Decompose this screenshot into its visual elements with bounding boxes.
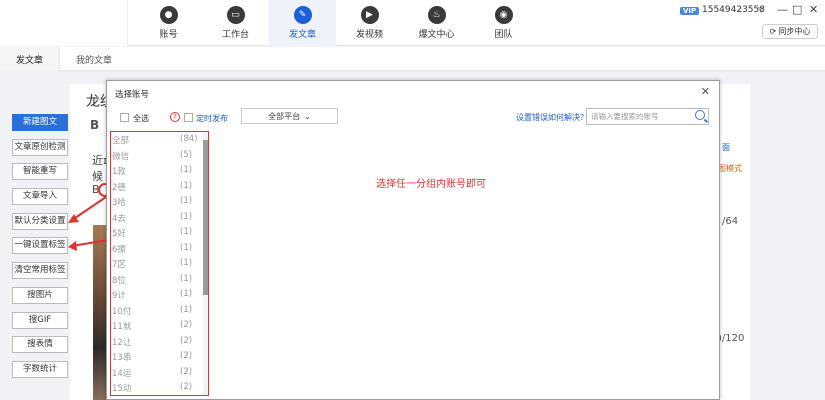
list-item[interactable]: 12让 (2) xyxy=(111,334,203,350)
group-count: (1) xyxy=(180,196,193,206)
group-name: 4去 xyxy=(112,213,126,224)
list-item[interactable]: 2德 (1) xyxy=(111,179,203,195)
group-count: (1) xyxy=(180,227,193,237)
list-item[interactable]: 全部 (84) xyxy=(111,132,203,148)
search-icon[interactable] xyxy=(695,110,705,120)
group-count: (1) xyxy=(180,165,193,175)
scheduled-publish-label: 定时发布 xyxy=(196,114,228,123)
select-all-checkbox[interactable] xyxy=(120,113,129,122)
group-name: 7区 xyxy=(112,260,126,270)
group-count: (1) xyxy=(180,273,193,284)
list-item[interactable]: 4去 (1) xyxy=(111,210,203,226)
group-name: 15动 xyxy=(112,384,132,394)
account-search-input[interactable]: 请输入要搜索的账号 xyxy=(586,108,709,125)
group-count: (1) xyxy=(180,211,193,222)
group-name: 12让 xyxy=(112,337,132,348)
group-name: 11就 xyxy=(112,322,132,332)
list-item[interactable]: 15动 (2) xyxy=(111,380,203,395)
group-name: 3哈 xyxy=(112,198,126,208)
group-count: (2) xyxy=(180,335,193,346)
group-count: (2) xyxy=(180,366,193,377)
chevron-down-icon: ⌄ xyxy=(304,111,311,121)
group-count: (1) xyxy=(180,242,193,253)
group-name: 14运 xyxy=(112,368,132,379)
list-item[interactable]: 11就 (2) xyxy=(111,318,203,334)
group-count: (1) xyxy=(180,289,193,299)
list-item[interactable]: 7区 (1) xyxy=(111,256,203,272)
select-account-dialog: 选择账号 ✕ 全选 ? 定时发布 全部平台 ⌄ 设置错误如何解决？ 请输入要搜索… xyxy=(106,80,720,400)
help-icon[interactable]: ? xyxy=(170,112,180,122)
group-name: 5好 xyxy=(112,229,126,239)
list-item[interactable]: 微信 (5) xyxy=(111,148,203,164)
group-count: (1) xyxy=(180,180,193,191)
group-count: (2) xyxy=(180,320,193,330)
close-icon[interactable]: ✕ xyxy=(701,85,710,98)
group-list: 全部 (84) 微信 (5) 1款 (1) 2德 (1) 3哈 (1) 4去 (1) 5好 (… xyxy=(110,131,209,396)
group-count: (5) xyxy=(180,149,193,160)
scheduled-publish-checkbox[interactable] xyxy=(184,113,193,122)
list-item[interactable]: 6擦 (1) xyxy=(111,241,203,257)
search-placeholder: 请输入要搜索的账号 xyxy=(591,112,659,121)
group-name: 微信 xyxy=(112,151,130,162)
group-name: 全部 xyxy=(112,136,130,146)
annotation-text: 选择任一分组内账号即可 xyxy=(376,179,486,190)
help-link[interactable]: 设置错误如何解决？ xyxy=(516,112,588,123)
platform-select-value: 全部平台 xyxy=(268,111,301,121)
group-name: 13串 xyxy=(112,353,132,363)
list-item[interactable]: 5好 (1) xyxy=(111,225,203,241)
dialog-header: 选择账号 ✕ xyxy=(107,81,719,103)
group-list-scrollbar[interactable] xyxy=(203,132,208,395)
group-count: (2) xyxy=(180,351,193,361)
dialog-title: 选择账号 xyxy=(115,90,150,100)
list-item[interactable]: 3哈 (1) xyxy=(111,194,203,210)
group-name: 9计 xyxy=(112,291,126,301)
group-name: 6擦 xyxy=(112,244,126,255)
group-name: 2德 xyxy=(112,182,126,193)
list-item[interactable]: 13串 (2) xyxy=(111,349,203,365)
select-all-label: 全选 xyxy=(133,114,149,123)
list-item[interactable]: 9计 (1) xyxy=(111,287,203,303)
list-item[interactable]: 8位 (1) xyxy=(111,272,203,288)
group-count: (84) xyxy=(180,134,198,144)
group-count: (1) xyxy=(180,258,193,268)
group-name: 8位 xyxy=(112,275,126,286)
list-item[interactable]: 10付 (1) xyxy=(111,303,203,319)
group-count: (1) xyxy=(180,304,193,315)
group-name: 1款 xyxy=(112,167,126,177)
list-item[interactable]: 14运 (2) xyxy=(111,365,203,381)
list-item[interactable]: 1款 (1) xyxy=(111,163,203,179)
group-count: (2) xyxy=(180,382,193,392)
scrollbar-thumb[interactable] xyxy=(203,140,208,295)
group-name: 10付 xyxy=(112,306,132,317)
platform-select[interactable]: 全部平台 ⌄ xyxy=(241,108,338,124)
